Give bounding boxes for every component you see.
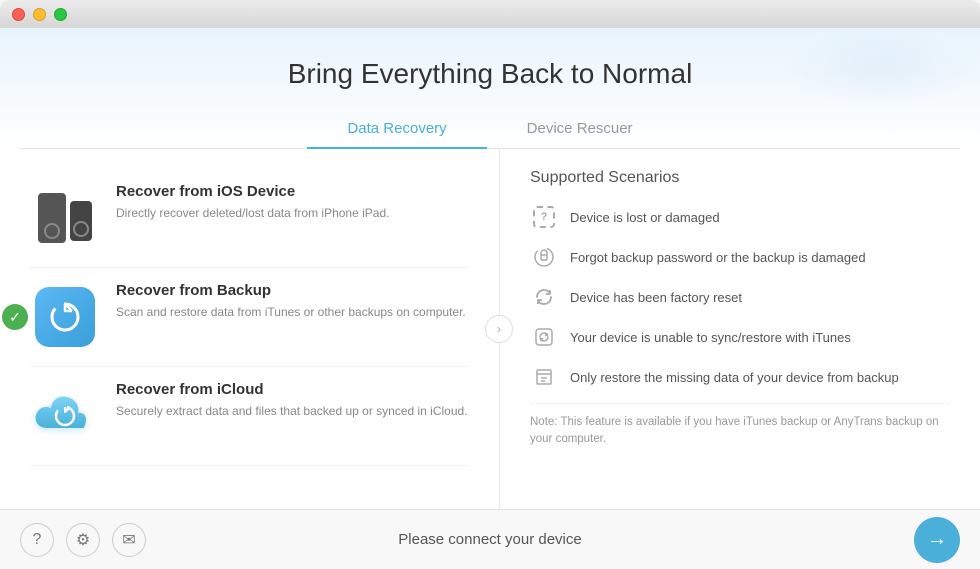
ios-device-text: Recover from iOS Device Directly recover… <box>116 183 389 222</box>
backup-title: Recover from Backup <box>116 282 466 299</box>
backup-refresh-icon <box>47 299 83 335</box>
backup-lock-icon <box>530 243 558 271</box>
bottom-bar: ? ⚙ ✉ Please connect your device → <box>0 509 980 569</box>
ios-device-desc: Directly recover deleted/lost data from … <box>116 204 389 222</box>
list-item: ? Device is lost or damaged <box>530 203 950 231</box>
header-area: Bring Everything Back to Normal Data Rec… <box>0 28 980 149</box>
question-dashed-icon: ? <box>530 203 558 231</box>
list-item[interactable]: Recover from iCloud Securely extract dat… <box>30 367 469 466</box>
message-button[interactable]: ✉ <box>112 523 146 557</box>
status-text: Please connect your device <box>398 531 581 548</box>
icloud-icon <box>30 381 100 451</box>
scenarios-note: Note: This feature is available if you h… <box>530 403 950 449</box>
list-item[interactable]: Recover from iOS Device Directly recover… <box>30 169 469 268</box>
reset-icon <box>530 283 558 311</box>
list-item: Your device is unable to sync/restore wi… <box>530 323 950 351</box>
backup-text: Recover from Backup Scan and restore dat… <box>116 282 466 321</box>
icloud-title: Recover from iCloud <box>116 381 468 398</box>
restore-box-icon <box>530 363 558 391</box>
next-button[interactable]: → <box>914 517 960 563</box>
tab-data-recovery[interactable]: Data Recovery <box>307 110 486 149</box>
scenarios-title: Supported Scenarios <box>530 169 950 187</box>
list-item: Device has been factory reset <box>530 283 950 311</box>
tab-device-rescuer[interactable]: Device Rescuer <box>487 110 673 149</box>
sync-itunes-icon <box>530 323 558 351</box>
icloud-text: Recover from iCloud Securely extract dat… <box>116 381 468 420</box>
title-bar <box>0 0 980 28</box>
list-item: Forgot backup password or the backup is … <box>530 243 950 271</box>
right-panel: Supported Scenarios ? Device is lost or … <box>500 149 980 509</box>
scenario-text-missing: Only restore the missing data of your de… <box>570 370 899 385</box>
scenario-text-reset: Device has been factory reset <box>570 290 742 305</box>
tab-bar: Data Recovery Device Rescuer <box>20 110 960 149</box>
main-content: Bring Everything Back to Normal Data Rec… <box>0 28 980 509</box>
main-title: Bring Everything Back to Normal <box>20 58 960 90</box>
scenario-text-backup: Forgot backup password or the backup is … <box>570 250 866 265</box>
ios-device-title: Recover from iOS Device <box>116 183 389 200</box>
list-item[interactable]: ✓ Recover from Backup Scan and restore d… <box>30 268 469 367</box>
content-area: Recover from iOS Device Directly recover… <box>0 149 980 509</box>
maximize-button[interactable] <box>54 8 67 21</box>
help-button[interactable]: ? <box>20 523 54 557</box>
backup-icon <box>30 282 100 352</box>
bottom-icons: ? ⚙ ✉ <box>20 523 146 557</box>
list-item: Only restore the missing data of your de… <box>530 363 950 391</box>
icloud-desc: Securely extract data and files that bac… <box>116 402 468 420</box>
ios-device-icon <box>30 183 100 253</box>
close-button[interactable] <box>12 8 25 21</box>
settings-button[interactable]: ⚙ <box>66 523 100 557</box>
selected-check-icon: ✓ <box>2 304 28 330</box>
scenario-text-lost: Device is lost or damaged <box>570 210 720 225</box>
scenario-text-sync: Your device is unable to sync/restore wi… <box>570 330 851 345</box>
left-panel: Recover from iOS Device Directly recover… <box>0 149 500 509</box>
minimize-button[interactable] <box>33 8 46 21</box>
panel-arrow-icon[interactable]: › <box>485 315 513 343</box>
backup-desc: Scan and restore data from iTunes or oth… <box>116 303 466 321</box>
